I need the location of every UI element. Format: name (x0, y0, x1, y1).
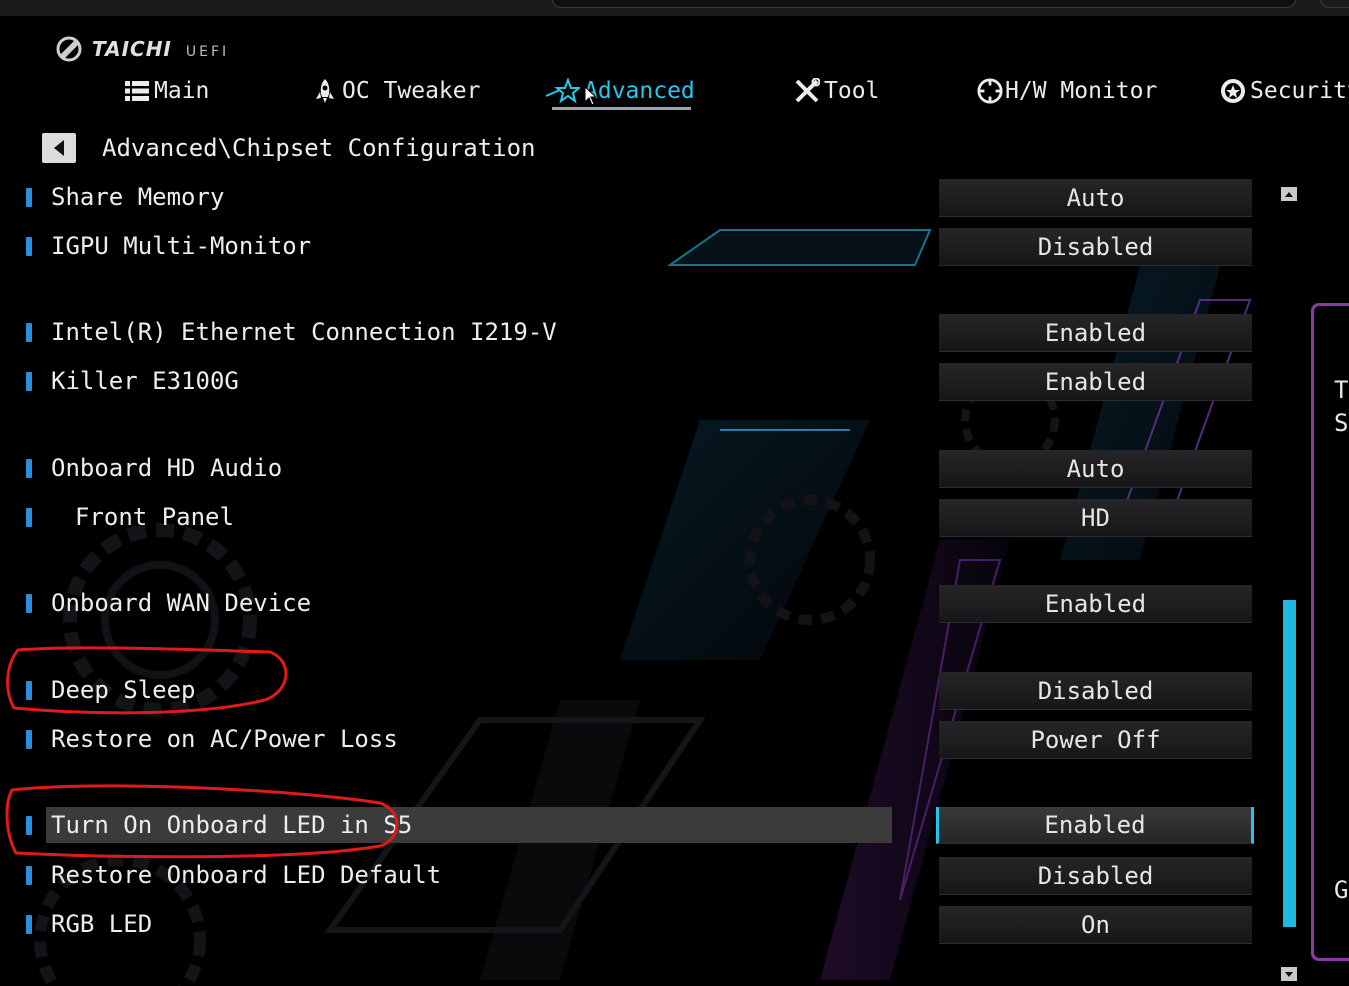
tab-security-label: Security (1250, 78, 1349, 104)
setting-label: Onboard WAN Device (51, 589, 312, 617)
tab-advanced-label: Advanced (584, 78, 695, 104)
tab-advanced[interactable]: Advanced (546, 72, 695, 110)
browser-top-strip (0, 0, 1349, 16)
tools-icon (794, 78, 820, 104)
shield-icon (1220, 78, 1246, 104)
setting-row-restore-ac-power-loss[interactable]: Restore on AC/Power Loss Power Off (0, 719, 1280, 759)
setting-label: Turn On Onboard LED in S5 (51, 811, 413, 839)
taichi-logo-icon (56, 36, 82, 62)
setting-label: Intel(R) Ethernet Connection I219-V (51, 318, 557, 346)
setting-row-restore-onboard-led-default[interactable]: Restore Onboard LED Default Disabled (0, 855, 1280, 895)
setting-label: Onboard HD Audio (51, 454, 283, 482)
setting-value-dropdown[interactable]: On (939, 906, 1252, 944)
tab-tool-label: Tool (824, 78, 880, 104)
setting-row-share-memory[interactable]: Share Memory Auto (0, 177, 1280, 217)
row-marker (26, 459, 32, 478)
setting-value-dropdown[interactable]: Disabled (939, 672, 1252, 710)
setting-label: Front Panel (75, 503, 234, 531)
scroll-up-button[interactable] (1281, 187, 1297, 201)
setting-value-dropdown[interactable]: HD (939, 499, 1252, 537)
row-marker (26, 372, 32, 391)
row-marker (26, 508, 32, 527)
setting-value-dropdown[interactable]: Power Off (939, 721, 1252, 759)
mouse-cursor-icon (584, 86, 598, 106)
setting-value-dropdown[interactable]: Enabled (939, 363, 1252, 401)
brand-logo: TAICHI UEFI (54, 32, 229, 62)
tab-oc-tweaker-label: OC Tweaker (342, 78, 481, 104)
row-marker (26, 730, 32, 749)
setting-row-front-panel[interactable]: Front Panel HD (0, 497, 1280, 537)
tab-security[interactable]: Security (1220, 72, 1349, 110)
setting-row-igpu-multi-monitor[interactable]: IGPU Multi-Monitor Disabled (0, 226, 1280, 266)
scroll-down-button[interactable] (1281, 967, 1297, 981)
back-arrow-icon (54, 140, 64, 156)
row-marker (26, 323, 32, 342)
setting-row-rgb-led[interactable]: RGB LED On (0, 904, 1280, 944)
setting-value-dropdown[interactable]: Enabled (939, 585, 1252, 623)
tab-main-label: Main (154, 78, 210, 104)
setting-label: Killer E3100G (51, 367, 239, 395)
tab-oc-tweaker[interactable]: OC Tweaker (312, 72, 480, 110)
caret-down-icon (1285, 971, 1293, 977)
rocket-icon (312, 78, 338, 104)
setting-value-dropdown[interactable]: Enabled (936, 807, 1254, 844)
scrollbar-thumb[interactable] (1283, 600, 1296, 927)
setting-row-onboard-hd-audio[interactable]: Onboard HD Audio Auto (0, 448, 1280, 488)
setting-value-dropdown[interactable]: Enabled (939, 314, 1252, 352)
row-marker (26, 237, 32, 256)
tab-tool[interactable]: Tool (794, 72, 879, 110)
setting-label: Share Memory (51, 183, 225, 211)
setting-row-killer-e3100g[interactable]: Killer E3100G Enabled (0, 361, 1280, 401)
breadcrumb: Advanced\Chipset Configuration (42, 131, 535, 165)
breadcrumb-path: Advanced\Chipset Configuration (102, 134, 536, 162)
monitor-gauge-icon (977, 78, 1003, 104)
star-icon (546, 78, 580, 104)
help-text-line: S5 (1334, 409, 1349, 437)
browser-address-bar[interactable] (552, 0, 1296, 8)
setting-row-onboard-led-s5[interactable]: Turn On Onboard LED in S5 Enabled (0, 805, 1280, 845)
setting-label: Restore on AC/Power Loss (51, 725, 398, 753)
setting-value-dropdown[interactable]: Auto (939, 179, 1252, 217)
setting-row-deep-sleep[interactable]: Deep Sleep Disabled (0, 670, 1280, 710)
row-marker (26, 681, 32, 700)
setting-value-dropdown[interactable]: Disabled (939, 857, 1252, 895)
back-button[interactable] (42, 133, 76, 163)
help-text-line: Ge (1334, 876, 1349, 904)
row-marker (26, 816, 32, 835)
setting-label: RGB LED (51, 910, 153, 938)
setting-value-dropdown[interactable]: Disabled (939, 228, 1252, 266)
help-description-panel: Tu S5 Ge (1311, 303, 1349, 961)
setting-label: IGPU Multi-Monitor (51, 232, 312, 260)
setting-label: Restore Onboard LED Default (51, 861, 442, 889)
brand-subtitle: UEFI (185, 44, 230, 60)
help-text-line: Tu (1334, 376, 1349, 404)
tab-main[interactable]: Main (124, 72, 209, 110)
main-tab-bar: Main OC Tweaker Advanced Tool H/W Monito… (0, 72, 1349, 112)
browser-control[interactable] (1320, 0, 1349, 8)
tab-hw-monitor-label: H/W Monitor (1005, 78, 1158, 104)
setting-row-intel-ethernet[interactable]: Intel(R) Ethernet Connection I219-V Enab… (0, 312, 1280, 352)
setting-label: Deep Sleep (51, 676, 196, 704)
list-icon (124, 78, 150, 104)
row-marker (26, 915, 32, 934)
setting-row-onboard-wan-device[interactable]: Onboard WAN Device Enabled (0, 583, 1280, 623)
tab-hw-monitor[interactable]: H/W Monitor (977, 72, 1157, 110)
row-marker (26, 866, 32, 885)
caret-up-icon (1285, 191, 1293, 197)
setting-value-dropdown[interactable]: Auto (939, 450, 1252, 488)
brand-name: TAICHI (92, 37, 172, 61)
row-marker (26, 188, 32, 207)
row-marker (26, 594, 32, 613)
